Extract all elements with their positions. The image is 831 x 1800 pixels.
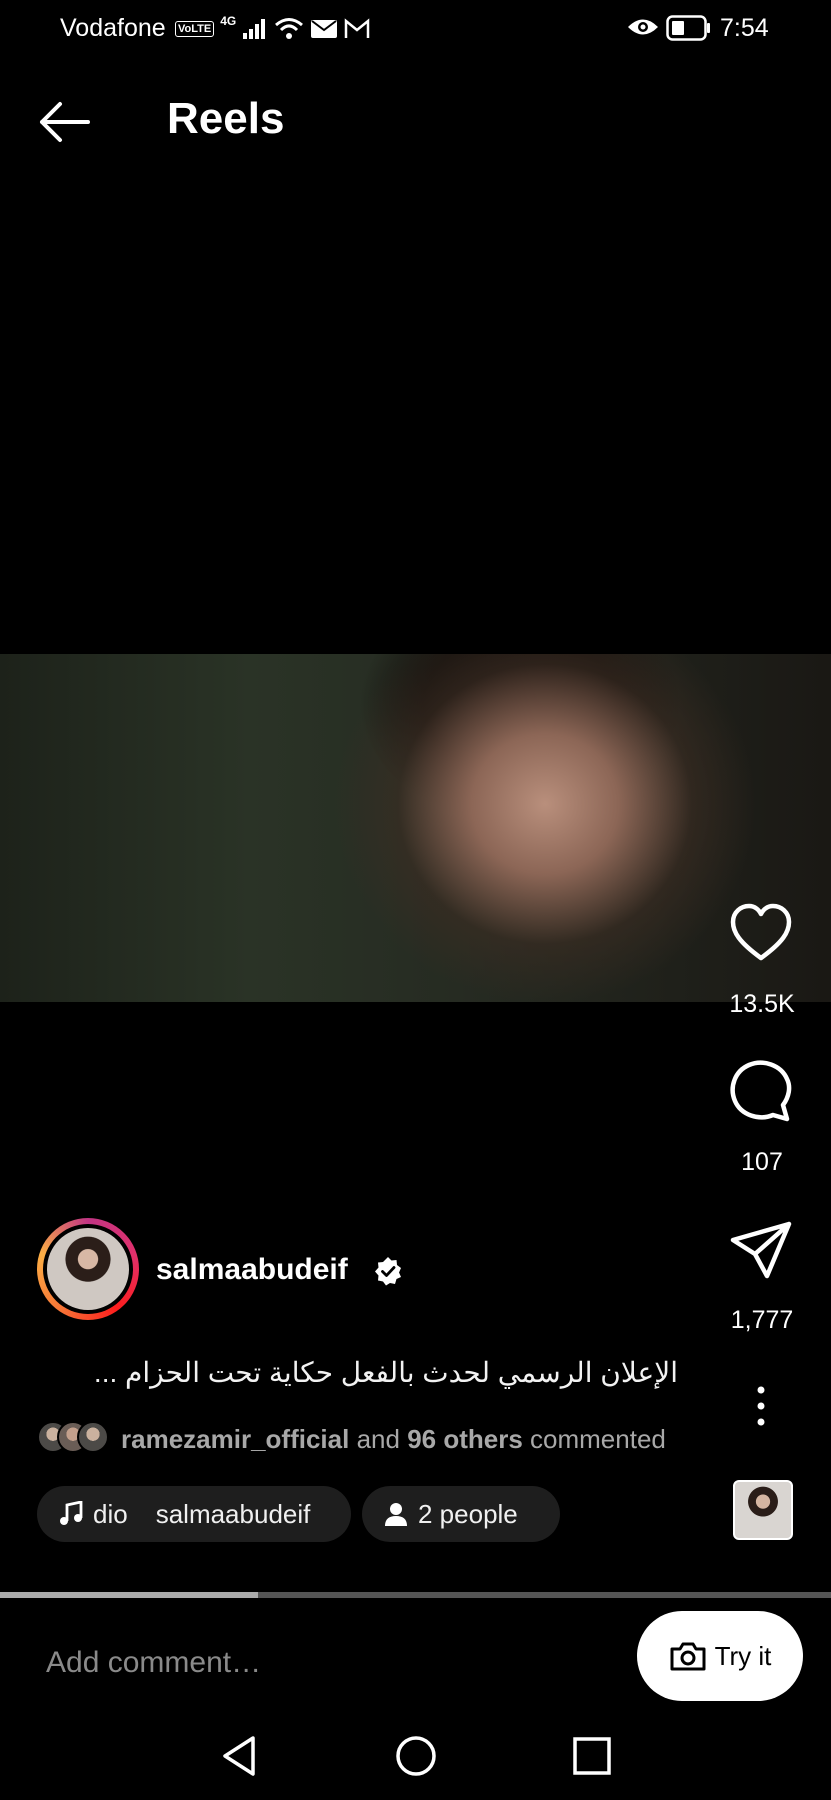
- tagged-people-pill[interactable]: 2 people: [362, 1486, 560, 1542]
- reel-caption[interactable]: الإعلان الرسمي لحدث بالفعل حكاية تحت الح…: [38, 1356, 678, 1389]
- camera-icon: [670, 1642, 706, 1671]
- comment-summary-others: 96 others: [407, 1424, 523, 1454]
- audio-pill[interactable]: dio salmaabudeif: [37, 1486, 351, 1542]
- page-title: Reels: [167, 94, 285, 143]
- carrier-name: Vodafone: [60, 14, 166, 42]
- gmail-icon: [344, 18, 370, 38]
- eye-icon: [628, 19, 658, 35]
- audio-artist: salmaabudeif: [155, 1498, 311, 1529]
- comment-icon[interactable]: [729, 1059, 793, 1123]
- commenter-avatar: [77, 1421, 109, 1453]
- comment-summary-and: and: [356, 1424, 400, 1454]
- audio-track: dio: [93, 1498, 128, 1529]
- reel-video[interactable]: [0, 654, 831, 1002]
- comment-count: 107: [741, 1148, 783, 1176]
- clock: 7:54: [720, 14, 769, 42]
- author-username[interactable]: salmaabudeif: [156, 1253, 348, 1287]
- share-count: 1,777: [730, 1306, 794, 1334]
- person-icon: [385, 1503, 407, 1526]
- try-it-label: Try it: [714, 1640, 772, 1671]
- status-icons: VoLTE 4G: [175, 14, 370, 44]
- back-nav-icon[interactable]: [219, 1734, 259, 1778]
- avatar-image: [47, 1228, 129, 1310]
- signal-icon: [243, 19, 266, 39]
- heart-icon[interactable]: [729, 902, 793, 966]
- verified-badge-icon: [375, 1257, 401, 1286]
- home-nav-icon[interactable]: [394, 1734, 438, 1778]
- system-navigation-bar: [0, 1720, 831, 1800]
- comment-summary-suffix: commented: [530, 1424, 666, 1454]
- commenter-avatars: [37, 1421, 109, 1453]
- comment-input[interactable]: Add comment…: [46, 1646, 261, 1680]
- avatar[interactable]: [43, 1224, 133, 1314]
- arrow-left-icon[interactable]: [36, 100, 92, 144]
- network-type: 4G: [220, 14, 237, 28]
- music-note-icon: [60, 1501, 83, 1525]
- send-icon[interactable]: [729, 1218, 793, 1282]
- status-bar: Vodafone VoLTE 4G 7:54: [0, 0, 831, 58]
- commenter-username: ramezamir_official: [121, 1424, 350, 1454]
- tagged-label: 2 people: [418, 1498, 518, 1529]
- comment-summary[interactable]: ramezamir_official and 96 others comment…: [121, 1424, 666, 1455]
- mail-icon: [311, 20, 338, 38]
- recents-nav-icon[interactable]: [572, 1736, 612, 1776]
- audio-thumbnail[interactable]: [733, 1480, 793, 1540]
- battery-icon: [666, 15, 710, 41]
- wifi-icon: [275, 18, 304, 39]
- like-count: 13.5K: [729, 990, 795, 1018]
- try-it-button[interactable]: Try it: [637, 1611, 803, 1701]
- volte-badge: VoLTE: [175, 21, 215, 37]
- more-options-icon[interactable]: [748, 1384, 774, 1428]
